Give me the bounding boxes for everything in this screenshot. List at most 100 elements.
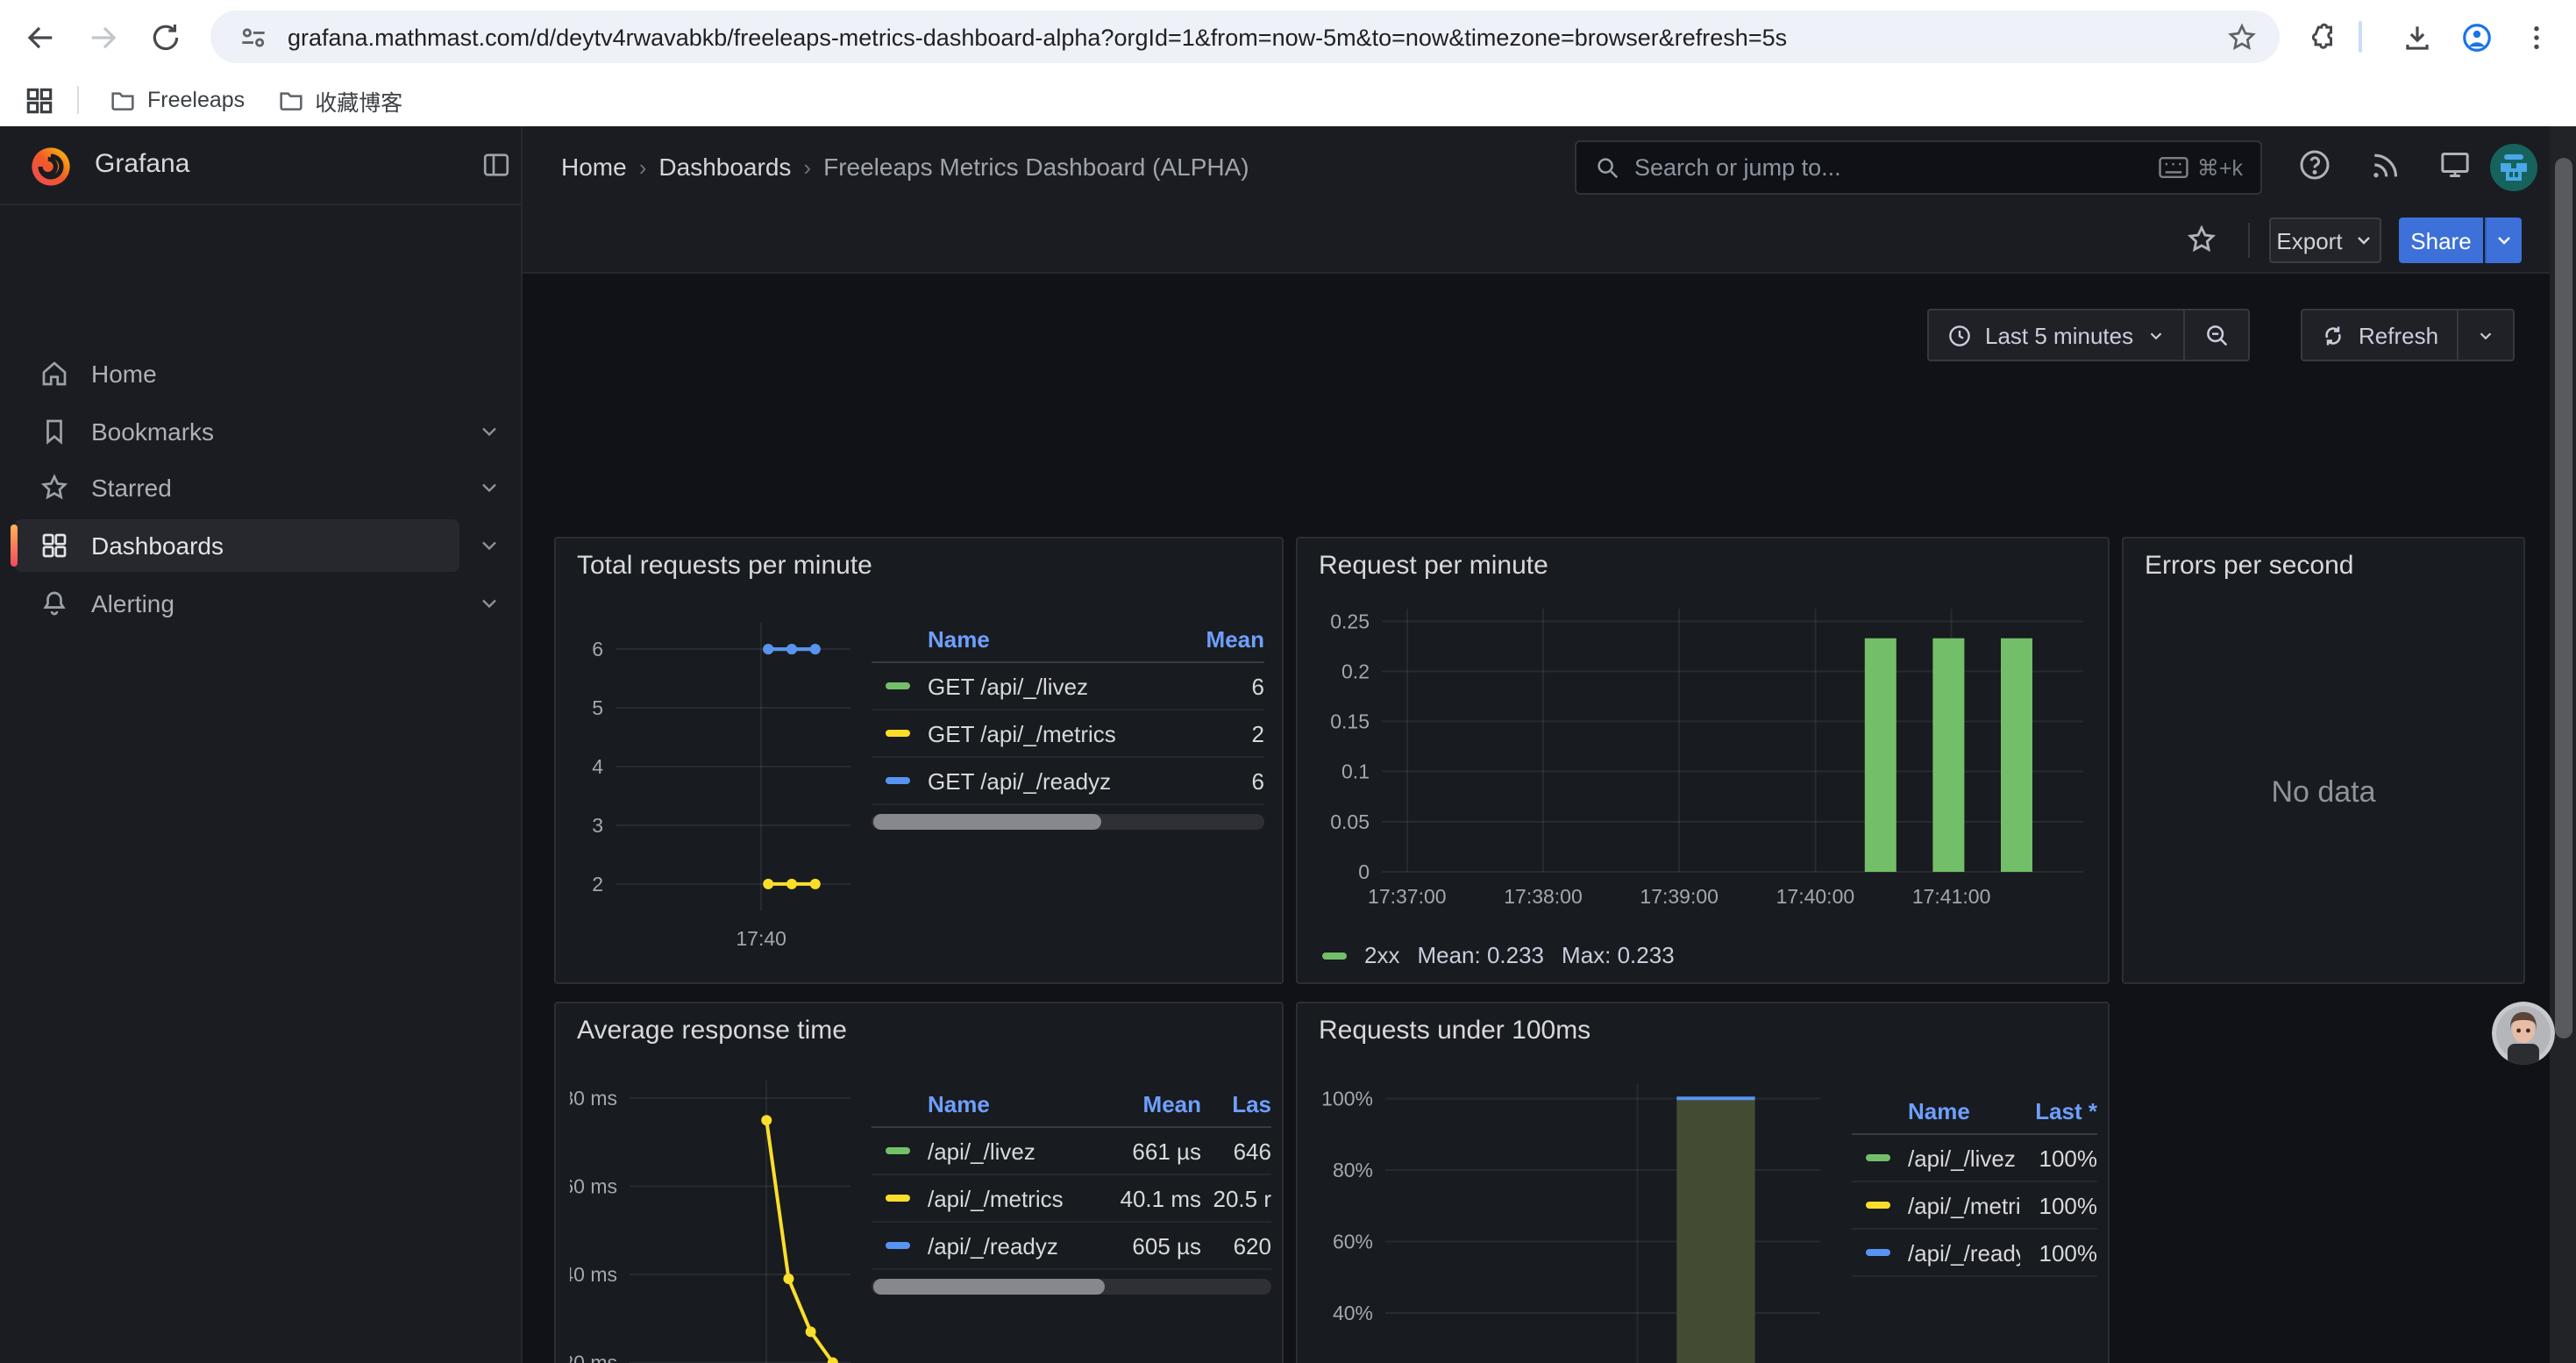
legend-row[interactable]: /api/_/metrics 40.1 ms 20.5 r bbox=[872, 1175, 1271, 1223]
favorite-star-icon[interactable] bbox=[2185, 223, 2218, 256]
zoom-out-button[interactable] bbox=[2184, 310, 2247, 360]
news-rss-icon[interactable] bbox=[2367, 147, 2406, 186]
breadcrumb-home[interactable]: Home bbox=[561, 153, 627, 181]
svg-text:60 ms: 60 ms bbox=[570, 1175, 617, 1198]
svg-text:80 ms: 80 ms bbox=[570, 1087, 617, 1110]
chevron-down-icon bbox=[2353, 230, 2374, 251]
zoom-out-icon bbox=[2202, 321, 2230, 349]
area-chart[interactable]: 100%80%60%40%20%0%17:40 bbox=[1312, 1067, 1838, 1363]
sidebar-item-label: Dashboards bbox=[91, 532, 224, 560]
share-button[interactable]: Share bbox=[2399, 218, 2483, 263]
series-name[interactable]: 2xx bbox=[1364, 942, 1399, 968]
breadcrumb-current: Freeleaps Metrics Dashboard (ALPHA) bbox=[823, 153, 1249, 181]
time-range-label: Last 5 minutes bbox=[1985, 322, 2133, 348]
sidebar: Grafana Home Bookmarks bbox=[0, 126, 523, 1363]
legend-row[interactable]: /api/_/livez 100% bbox=[1852, 1135, 2097, 1182]
series-color-blue bbox=[886, 777, 910, 784]
panel-title[interactable]: Requests under 100ms bbox=[1319, 1016, 1590, 1045]
time-range-picker[interactable]: Last 5 minutes bbox=[1927, 309, 2249, 361]
legend-scrollbar[interactable] bbox=[872, 1279, 1271, 1295]
bookmark-star-icon[interactable] bbox=[2217, 12, 2266, 61]
bookmarks-bar: Freeleaps 收藏博客 bbox=[0, 74, 2576, 126]
svg-text:3: 3 bbox=[592, 814, 603, 837]
application-window: grafana.mathmast.com/d/deytv4rwavabkb/fr… bbox=[0, 0, 2576, 1363]
legend-row[interactable]: /api/_/livez 661 µs 646 bbox=[872, 1128, 1271, 1175]
url-bar[interactable]: grafana.mathmast.com/d/deytv4rwavabkb/fr… bbox=[210, 11, 2280, 63]
legend-row[interactable]: /api/_/metrics 100% bbox=[1852, 1182, 2097, 1230]
legend-header[interactable]: Name Last * bbox=[1852, 1088, 2097, 1135]
legend-header[interactable]: Name Mean Las bbox=[872, 1081, 1271, 1128]
chevron-down-icon[interactable] bbox=[477, 533, 502, 558]
profile-avatar-icon[interactable] bbox=[2451, 12, 2501, 61]
refresh-button[interactable]: Refresh bbox=[2302, 310, 2456, 360]
chevron-down-icon[interactable] bbox=[477, 419, 502, 444]
legend-row[interactable]: GET /api/_/livez 6 bbox=[872, 663, 1264, 710]
sidebar-item-bookmarks[interactable]: Bookmarks bbox=[14, 405, 459, 458]
chevron-down-icon[interactable] bbox=[477, 591, 502, 616]
refresh-interval-button[interactable] bbox=[2458, 310, 2512, 360]
user-avatar[interactable] bbox=[2490, 144, 2537, 191]
help-icon[interactable] bbox=[2297, 147, 2336, 186]
legend-scrollbar[interactable] bbox=[872, 814, 1264, 830]
sidebar-item-home[interactable]: Home bbox=[14, 347, 459, 400]
site-settings-icon[interactable] bbox=[228, 12, 277, 61]
svg-text:0.2: 0.2 bbox=[1341, 660, 1370, 682]
sidebar-item-label: Alerting bbox=[91, 589, 174, 617]
browser-menu-icon[interactable] bbox=[2511, 12, 2560, 61]
panel-title[interactable]: Total requests per minute bbox=[577, 551, 872, 581]
bar-chart[interactable]: 0.250.20.150.10.05017:37:0017:38:0017:39… bbox=[1312, 591, 2097, 928]
dashboard-toolbar: Export Share bbox=[523, 209, 2576, 274]
panel-legend-inline: 2xx Mean: 0.233 Max: 0.233 bbox=[1322, 942, 1675, 968]
sidebar-item-alerting[interactable]: Alerting bbox=[14, 577, 459, 630]
legend-row[interactable]: GET /api/_/metrics 2 bbox=[872, 710, 1264, 758]
share-menu-button[interactable] bbox=[2485, 218, 2522, 263]
scrollbar-thumb[interactable] bbox=[873, 1279, 1105, 1295]
url-text[interactable]: grafana.mathmast.com/d/deytv4rwavabkb/fr… bbox=[288, 24, 2217, 50]
chevron-down-icon[interactable] bbox=[477, 475, 502, 500]
scrollbar-thumb[interactable] bbox=[873, 814, 1101, 830]
legend-row[interactable]: /api/_/readyz 605 µs 620 bbox=[872, 1223, 1271, 1270]
dock-sidebar-icon[interactable] bbox=[480, 149, 512, 181]
legend-row[interactable]: GET /api/_/readyz 6 bbox=[872, 758, 1264, 805]
search-input[interactable]: Search or jump to... ⌘+k bbox=[1575, 140, 2262, 195]
series-color-yellow bbox=[886, 1195, 910, 1202]
refresh-picker[interactable]: Refresh bbox=[2301, 309, 2514, 361]
timeseries-chart[interactable]: 6543217:40 bbox=[570, 602, 865, 974]
page-scrollbar[interactable] bbox=[2550, 126, 2576, 1363]
bookmark-folder-freeleaps[interactable]: Freeleaps bbox=[93, 81, 260, 119]
svg-text:0: 0 bbox=[1358, 860, 1370, 883]
svg-text:17:37:00: 17:37:00 bbox=[1368, 885, 1447, 908]
search-icon bbox=[1594, 154, 1620, 181]
export-button[interactable]: Export bbox=[2269, 218, 2381, 263]
bookmark-folder-blogs[interactable]: 收藏博客 bbox=[260, 81, 418, 119]
panel-title[interactable]: Errors per second bbox=[2145, 551, 2353, 581]
apps-grid-icon[interactable] bbox=[14, 75, 63, 125]
svg-text:17:40: 17:40 bbox=[736, 927, 786, 950]
panel-title[interactable]: Average response time bbox=[577, 1016, 847, 1045]
sidebar-item-starred[interactable]: Starred bbox=[14, 461, 459, 514]
reload-button[interactable] bbox=[140, 12, 189, 61]
scrollbar-thumb[interactable] bbox=[2554, 158, 2572, 1038]
refresh-label: Refresh bbox=[2359, 322, 2438, 348]
svg-text:60%: 60% bbox=[1333, 1230, 1373, 1252]
time-range-button[interactable]: Last 5 minutes bbox=[1929, 310, 2182, 360]
floating-assistant-avatar[interactable] bbox=[2492, 1002, 2555, 1065]
bookmarks-divider bbox=[77, 86, 79, 114]
timeseries-chart[interactable]: 80 ms60 ms40 ms20 ms0 s17:40 bbox=[570, 1063, 865, 1363]
svg-text:6: 6 bbox=[592, 638, 603, 660]
series-color-green bbox=[1866, 1154, 1890, 1161]
sidebar-item-dashboards[interactable]: Dashboards bbox=[14, 519, 459, 572]
back-button[interactable] bbox=[14, 12, 63, 61]
extensions-icon[interactable] bbox=[2297, 12, 2346, 61]
download-icon[interactable] bbox=[2392, 12, 2441, 61]
breadcrumb-dashboards[interactable]: Dashboards bbox=[658, 153, 791, 181]
kiosk-monitor-icon[interactable] bbox=[2437, 147, 2476, 186]
dashboards-grid-icon bbox=[39, 530, 70, 561]
folder-icon bbox=[109, 86, 137, 114]
panel-title[interactable]: Request per minute bbox=[1319, 551, 1548, 581]
legend-row[interactable]: /api/_/readyz 100% bbox=[1852, 1230, 2097, 1277]
forward-button[interactable] bbox=[79, 12, 128, 61]
svg-text:0.05: 0.05 bbox=[1330, 810, 1370, 833]
sidebar-item-label: Bookmarks bbox=[91, 417, 214, 446]
legend-header[interactable]: Name Mean bbox=[872, 616, 1264, 663]
